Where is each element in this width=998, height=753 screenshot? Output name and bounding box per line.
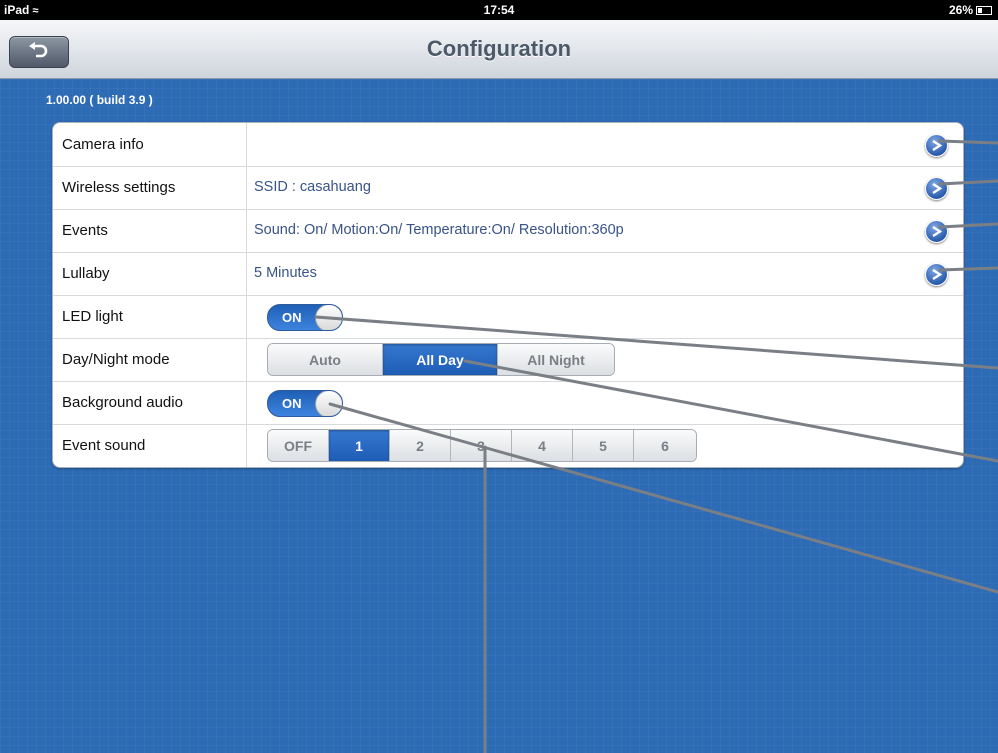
segment-5[interactable]: 5 [573, 430, 634, 461]
segment-off[interactable]: OFF [268, 430, 329, 461]
row-events[interactable]: Events Sound: On/ Motion:On/ Temperature… [53, 209, 963, 253]
day-night-segmented-control: Auto All Day All Night [267, 343, 615, 376]
row-wireless-settings[interactable]: Wireless settings SSID : casahuang [53, 166, 963, 210]
segment-all-night[interactable]: All Night [498, 344, 614, 375]
disclosure-arrow-icon[interactable] [925, 134, 948, 157]
row-label: Events [62, 222, 108, 239]
row-value: SSID : casahuang [254, 179, 371, 195]
switch-state-label: ON [282, 310, 302, 325]
content-area: 1.00.00 ( build 3.9 ) Camera info Wirele… [0, 79, 998, 753]
row-label: Background audio [62, 394, 183, 411]
row-value: 5 Minutes [254, 265, 317, 281]
row-value: Sound: On/ Motion:On/ Temperature:On/ Re… [254, 222, 624, 238]
row-background-audio: Background audio ON [53, 381, 963, 425]
navigation-bar: Configuration [0, 20, 998, 79]
row-event-sound: Event sound OFF 1 2 3 4 5 6 [53, 424, 963, 467]
switch-knob [315, 391, 342, 416]
page-title: Configuration [426, 36, 572, 61]
disclosure-arrow-icon[interactable] [925, 177, 948, 200]
settings-table: Camera info Wireless settings SSID : cas… [52, 122, 964, 468]
segment-4[interactable]: 4 [512, 430, 573, 461]
row-camera-info[interactable]: Camera info [53, 123, 963, 167]
row-lullaby[interactable]: Lullaby 5 Minutes [53, 252, 963, 296]
disclosure-arrow-icon[interactable] [925, 263, 948, 286]
row-label: Event sound [62, 437, 146, 454]
row-label: Lullaby [62, 265, 110, 282]
row-label: Camera info [62, 136, 144, 153]
segment-2[interactable]: 2 [390, 430, 451, 461]
disclosure-arrow-icon[interactable] [925, 220, 948, 243]
row-day-night-mode: Day/Night mode Auto All Day All Night [53, 338, 963, 382]
status-bar: iPad ≈ 17:54 26% [0, 0, 998, 20]
segment-all-day[interactable]: All Day [383, 344, 498, 375]
row-label: Wireless settings [62, 179, 176, 196]
segment-1[interactable]: 1 [329, 430, 390, 461]
led-light-switch[interactable]: ON [267, 304, 343, 331]
version-label: 1.00.00 ( build 3.9 ) [46, 93, 153, 107]
background-audio-switch[interactable]: ON [267, 390, 343, 417]
row-label: LED light [62, 308, 123, 325]
status-time: 17:54 [483, 3, 515, 17]
segment-3[interactable]: 3 [451, 430, 512, 461]
switch-state-label: ON [282, 396, 302, 411]
status-battery: 26% [949, 3, 992, 17]
switch-knob [315, 305, 342, 330]
segment-auto[interactable]: Auto [268, 344, 383, 375]
battery-icon [976, 6, 992, 16]
row-label: Day/Night mode [62, 351, 170, 368]
segment-6[interactable]: 6 [634, 430, 696, 461]
row-led-light: LED light ON [53, 295, 963, 339]
event-sound-segmented-control: OFF 1 2 3 4 5 6 [267, 429, 697, 462]
